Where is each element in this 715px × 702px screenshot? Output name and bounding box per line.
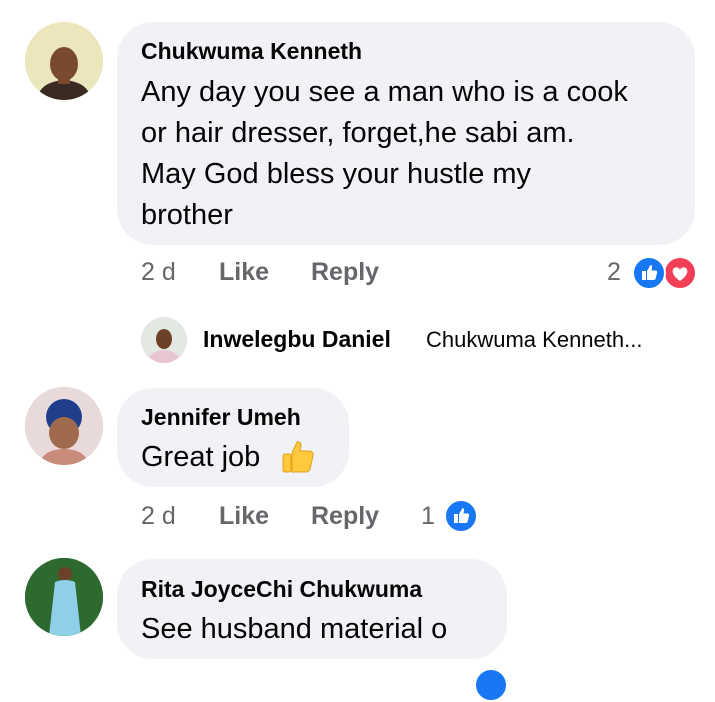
reply-button[interactable]: Reply xyxy=(311,258,379,287)
avatar-chukwuma-kenneth[interactable] xyxy=(25,22,103,100)
avatar-inwelegbu-daniel[interactable] xyxy=(141,317,187,363)
like-icon[interactable] xyxy=(444,499,478,533)
reply-preview-text[interactable]: Chukwuma Kenneth... xyxy=(426,327,642,353)
like-button[interactable]: Like xyxy=(219,502,269,531)
person-silhouette-icon xyxy=(25,558,103,636)
reaction-count[interactable]: 1 xyxy=(421,502,435,531)
person-silhouette-icon xyxy=(25,22,103,100)
reply-button[interactable]: Reply xyxy=(311,502,379,531)
like-button[interactable]: Like xyxy=(219,258,269,287)
love-icon[interactable] xyxy=(663,256,697,290)
avatar-rita-joycechi-chukwuma[interactable] xyxy=(25,558,103,636)
comment-author[interactable]: Jennifer Umeh xyxy=(141,404,301,431)
comment-text-line: May God bless your hustle my xyxy=(141,158,532,190)
comment-timestamp[interactable]: 2 d xyxy=(141,258,176,287)
comment-text: Great job xyxy=(141,441,261,473)
person-silhouette-icon xyxy=(141,317,187,363)
comment-timestamp[interactable]: 2 d xyxy=(141,502,176,531)
comment-text-line: or hair dresser, forget,he sabi am. xyxy=(141,117,575,149)
person-silhouette-icon xyxy=(25,387,103,465)
like-icon[interactable] xyxy=(632,256,666,290)
comment-text-line: brother xyxy=(141,199,233,231)
reaction-count[interactable]: 2 xyxy=(607,258,621,287)
avatar-jennifer-umeh[interactable] xyxy=(25,387,103,465)
thumbs-up-emoji-icon xyxy=(281,439,315,480)
comment-author[interactable]: Chukwuma Kenneth xyxy=(141,38,362,65)
reply-author[interactable]: Inwelegbu Daniel xyxy=(203,326,391,353)
comment-text-line: Any day you see a man who is a cook xyxy=(141,76,628,108)
like-icon[interactable] xyxy=(474,668,508,702)
comment-author[interactable]: Rita JoyceChi Chukwuma xyxy=(141,576,422,603)
comment-text: See husband material o xyxy=(141,613,448,645)
